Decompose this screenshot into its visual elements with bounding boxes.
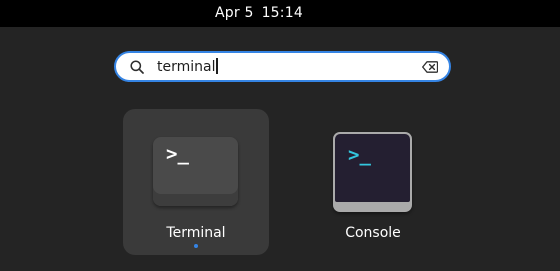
clock[interactable]: Apr 5 15:14 bbox=[215, 5, 303, 21]
terminal-app-icon: >_ bbox=[153, 137, 238, 206]
app-result-console[interactable]: >_ Console bbox=[300, 109, 446, 255]
console-prompt-glyph: >_ bbox=[348, 144, 371, 166]
clear-text-icon[interactable] bbox=[422, 61, 438, 73]
app-result-terminal[interactable]: >_ Terminal bbox=[123, 109, 269, 255]
search-query[interactable]: terminal bbox=[157, 58, 218, 75]
running-indicator bbox=[194, 244, 198, 248]
terminal-prompt-glyph: >_ bbox=[166, 143, 189, 165]
app-label-console: Console bbox=[345, 225, 401, 241]
console-app-icon: >_ bbox=[333, 132, 412, 212]
search-input[interactable]: terminal bbox=[114, 51, 451, 82]
app-label-terminal: Terminal bbox=[166, 225, 226, 241]
search-icon bbox=[130, 60, 144, 74]
clock-date: Apr 5 bbox=[215, 5, 254, 21]
clock-time: 15:14 bbox=[261, 5, 303, 21]
text-caret bbox=[216, 58, 218, 74]
top-bar: Apr 5 15:14 bbox=[0, 0, 560, 27]
console-screen: >_ bbox=[335, 134, 410, 202]
